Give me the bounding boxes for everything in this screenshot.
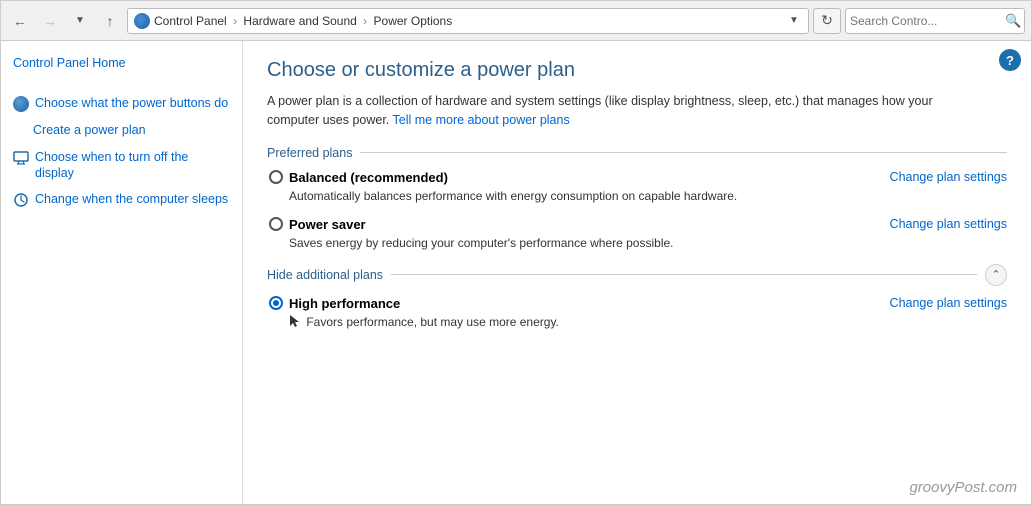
page-description: A power plan is a collection of hardware… <box>267 92 947 130</box>
back-button[interactable]: ← <box>7 8 33 34</box>
main-container: Control Panel Home Choose what the power… <box>1 41 1031 505</box>
collapse-additional-button[interactable]: ⌃ <box>985 264 1007 286</box>
balanced-change-link[interactable]: Change plan settings <box>890 170 1007 184</box>
sidebar-item-power-buttons[interactable]: Choose what the power buttons do <box>11 93 232 114</box>
high-performance-plan-item: High performance Change plan settings Fa… <box>267 296 1007 330</box>
cursor-icon <box>289 314 301 328</box>
power-saver-change-link[interactable]: Change plan settings <box>890 217 1007 231</box>
power-saver-plan-item: Power saver Change plan settings Saves e… <box>267 217 1007 250</box>
sidebar-item-home[interactable]: Control Panel Home <box>11 53 232 73</box>
balanced-plan-row: Balanced (recommended) Change plan setti… <box>269 170 1007 185</box>
up-button[interactable]: ↑ <box>97 8 123 34</box>
forward-button[interactable]: → <box>37 8 63 34</box>
refresh-button[interactable]: ↻ <box>813 8 841 34</box>
computer-sleeps-link[interactable]: Change when the computer sleeps <box>35 191 228 207</box>
preferred-section-title: Preferred plans <box>267 146 352 160</box>
monitor-icon <box>13 150 29 166</box>
search-button[interactable]: 🔍 <box>1005 11 1021 31</box>
power-buttons-link[interactable]: Choose what the power buttons do <box>35 95 228 111</box>
sleep-icon <box>13 192 29 208</box>
high-performance-plan-name-row: High performance <box>269 296 400 311</box>
additional-section-title: Hide additional plans <box>267 268 383 282</box>
high-performance-radio[interactable] <box>269 296 283 310</box>
high-performance-plan-row: High performance Change plan settings <box>269 296 1007 311</box>
sidebar-item-turn-off-display[interactable]: Choose when to turn off the display <box>11 147 232 184</box>
balanced-plan-name: Balanced (recommended) <box>289 170 448 185</box>
power-saver-radio[interactable] <box>269 217 283 231</box>
globe-icon <box>134 13 150 29</box>
balanced-plan-name-row: Balanced (recommended) <box>269 170 448 185</box>
address-box[interactable]: Control Panel › Hardware and Sound › Pow… <box>127 8 809 34</box>
preferred-section-line <box>360 152 1007 153</box>
page-title: Choose or customize a power plan <box>267 59 1007 82</box>
preferred-section-header: Preferred plans <box>267 146 1007 160</box>
address-text: Control Panel › Hardware and Sound › Pow… <box>154 14 782 28</box>
balanced-plan-item: Balanced (recommended) Change plan setti… <box>267 170 1007 203</box>
additional-section-header: Hide additional plans ⌃ <box>267 264 1007 286</box>
sidebar-item-computer-sleeps[interactable]: Change when the computer sleeps <box>11 189 232 210</box>
address-dropdown-button[interactable]: ▼ <box>786 13 802 29</box>
sidebar-item-create-plan[interactable]: Create a power plan <box>11 120 232 140</box>
additional-section-line <box>391 274 977 275</box>
learn-more-link[interactable]: Tell me more about power plans <box>393 113 570 127</box>
help-button[interactable]: ? <box>999 49 1021 71</box>
turn-off-display-link[interactable]: Choose when to turn off the display <box>35 149 230 182</box>
high-performance-change-link[interactable]: Change plan settings <box>890 296 1007 310</box>
content-area: Choose or customize a power plan A power… <box>243 41 1031 505</box>
power-saver-plan-desc: Saves energy by reducing your computer's… <box>289 236 1007 250</box>
watermark: groovyPost.com <box>909 479 1017 496</box>
control-panel-home-link[interactable]: Control Panel Home <box>13 55 126 71</box>
recent-pages-button[interactable]: ▼ <box>67 8 93 34</box>
address-bar: ← → ▼ ↑ Control Panel › Hardware and Sou… <box>1 1 1031 41</box>
power-saver-plan-name-row: Power saver <box>269 217 366 232</box>
balanced-plan-desc: Automatically balances performance with … <box>289 189 1007 203</box>
shield-icon <box>13 96 29 112</box>
sidebar: Control Panel Home Choose what the power… <box>1 41 243 505</box>
high-performance-plan-desc: Favors performance, but may use more ene… <box>289 315 1007 330</box>
high-performance-plan-name: High performance <box>289 296 400 311</box>
balanced-radio[interactable] <box>269 170 283 184</box>
create-plan-link[interactable]: Create a power plan <box>33 122 146 138</box>
search-bar: 🔍 <box>845 8 1025 34</box>
power-saver-plan-row: Power saver Change plan settings <box>269 217 1007 232</box>
search-input[interactable] <box>850 14 1005 28</box>
power-saver-plan-name: Power saver <box>289 217 366 232</box>
